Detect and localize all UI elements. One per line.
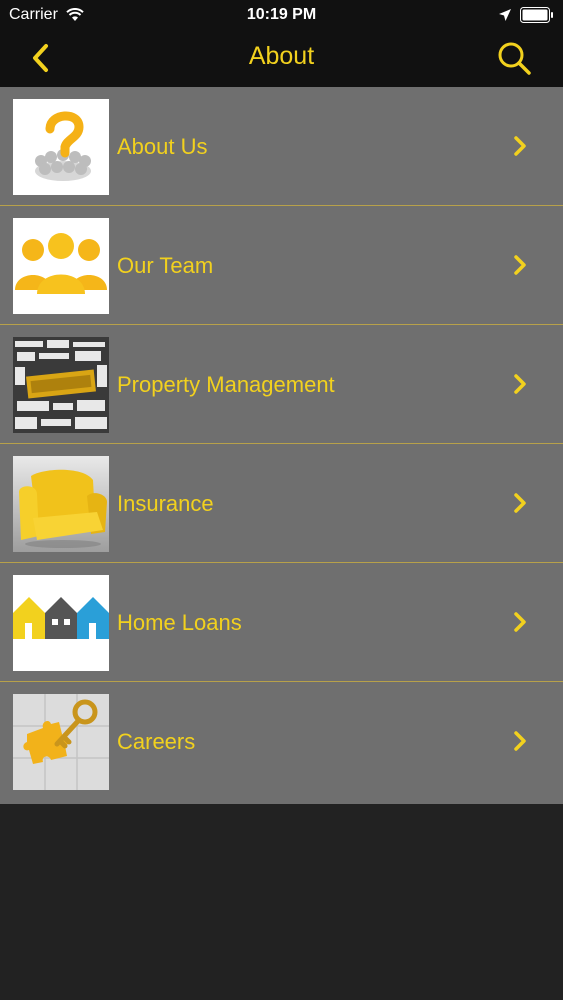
status-bar: Carrier 10:19 PM bbox=[0, 0, 563, 30]
team-silhouettes-thumbnail bbox=[13, 218, 109, 314]
menu-item-label: Home Loans bbox=[117, 610, 242, 635]
menu-item-our-team[interactable]: Our Team bbox=[0, 206, 563, 325]
menu-item-careers[interactable]: Careers bbox=[0, 682, 563, 804]
search-button[interactable] bbox=[494, 38, 534, 78]
chevron-right-icon bbox=[514, 374, 526, 394]
menu-item-property-management[interactable]: Property Management bbox=[0, 325, 563, 444]
menu-item-label: Our Team bbox=[117, 253, 214, 278]
key-puzzle-thumbnail bbox=[13, 694, 109, 790]
invest-words-thumbnail bbox=[13, 337, 109, 433]
houses-thumbnail bbox=[13, 575, 109, 671]
menu-item-about-us[interactable]: About Us bbox=[0, 87, 563, 206]
question-figure-thumbnail bbox=[13, 99, 109, 195]
location-arrow-icon bbox=[499, 8, 511, 26]
chevron-right-icon bbox=[514, 612, 526, 632]
menu-list: About Us Our Team Property Management In… bbox=[0, 87, 563, 804]
menu-item-label: Insurance bbox=[117, 491, 214, 516]
chevron-right-icon bbox=[514, 255, 526, 275]
menu-item-insurance[interactable]: Insurance bbox=[0, 444, 563, 563]
menu-item-home-loans[interactable]: Home Loans bbox=[0, 563, 563, 682]
empty-content-area bbox=[0, 804, 563, 1000]
chevron-right-icon bbox=[514, 731, 526, 751]
menu-item-label: Property Management bbox=[117, 372, 335, 397]
navigation-bar: About bbox=[0, 30, 563, 87]
search-icon bbox=[498, 42, 531, 75]
menu-item-label: About Us bbox=[117, 134, 208, 159]
chevron-right-icon bbox=[514, 136, 526, 156]
menu-item-label: Careers bbox=[117, 729, 196, 754]
chevron-right-icon bbox=[514, 493, 526, 513]
status-time: 10:19 PM bbox=[246, 6, 317, 23]
battery-icon bbox=[520, 7, 554, 28]
yellow-armchair-thumbnail bbox=[13, 456, 109, 552]
page-title: About bbox=[248, 42, 315, 70]
